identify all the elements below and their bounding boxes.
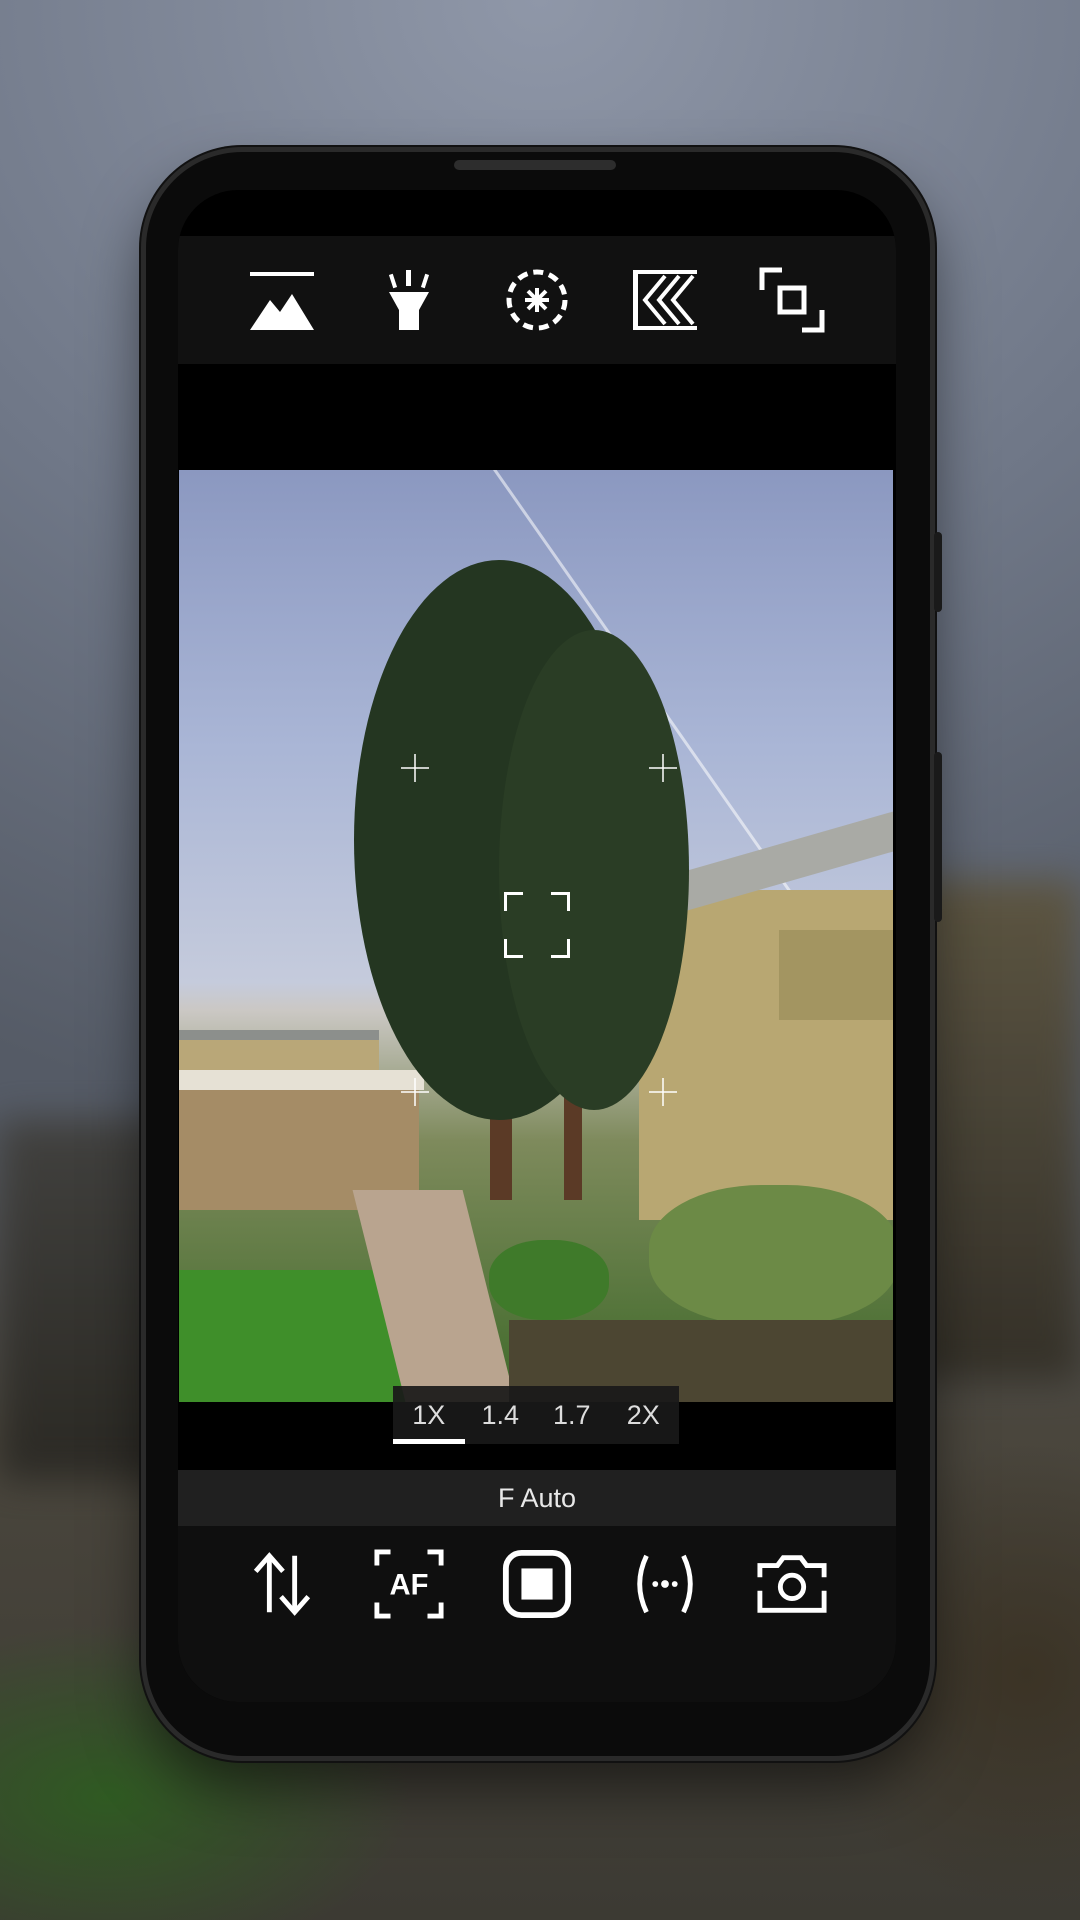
tree-canopy-2 [499, 630, 689, 1110]
grid-crosshair-bottom-right [649, 1078, 677, 1106]
exposure-icon[interactable] [501, 264, 573, 336]
grid-crosshair-bottom-left [401, 1078, 429, 1106]
shrub-right [649, 1185, 893, 1325]
grid-crosshair-top-right [649, 754, 677, 782]
zoom-selector: 1X 1.4 1.7 2X [393, 1386, 679, 1444]
background-blur-right [910, 880, 1080, 1380]
flashlight-icon[interactable] [373, 264, 445, 336]
swap-icon[interactable] [246, 1548, 318, 1620]
record-stop-icon[interactable] [501, 1548, 573, 1620]
zoom-1-4-button[interactable]: 1.4 [465, 1386, 537, 1444]
shrub-center [489, 1240, 609, 1320]
carport-roof [179, 1070, 424, 1090]
phone-side-button [934, 532, 942, 612]
phone-frame: 1X 1.4 1.7 2X F Auto AF [146, 152, 942, 1756]
bottom-toolbar: AF [178, 1526, 896, 1702]
top-toolbar [178, 236, 896, 364]
shutter-speed-icon[interactable] [629, 264, 701, 336]
landscape-icon[interactable] [246, 264, 318, 336]
aperture-bar[interactable]: F Auto [178, 1470, 896, 1526]
camera-preview[interactable] [179, 470, 893, 1402]
svg-text:AF: AF [390, 1570, 429, 1602]
frame-icon[interactable] [756, 264, 828, 336]
building-left-roof [179, 1030, 379, 1040]
focus-box-icon[interactable] [504, 892, 570, 958]
zoom-2x-button[interactable]: 2X [608, 1386, 680, 1444]
stabilization-icon[interactable] [629, 1548, 701, 1620]
phone-volume-button [934, 752, 942, 922]
switch-camera-icon[interactable] [756, 1548, 828, 1620]
zoom-1x-button[interactable]: 1X [393, 1386, 465, 1444]
phone-speaker [454, 160, 616, 170]
grid-crosshair-top-left [401, 754, 429, 782]
autofocus-icon[interactable]: AF [373, 1548, 445, 1620]
camera-screen: 1X 1.4 1.7 2X F Auto AF [178, 190, 896, 1702]
zoom-1-7-button[interactable]: 1.7 [536, 1386, 608, 1444]
balcony [779, 930, 893, 1020]
